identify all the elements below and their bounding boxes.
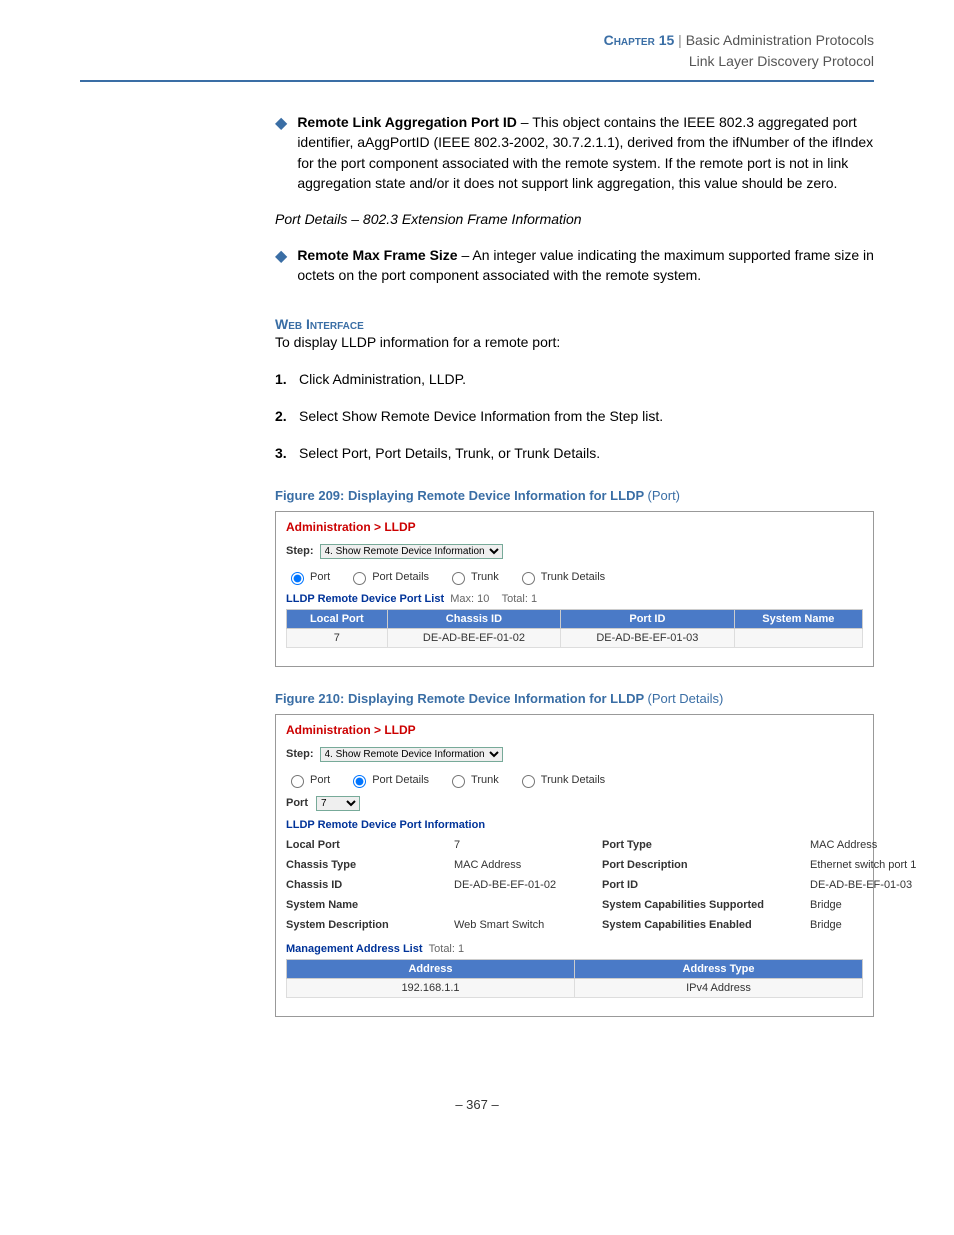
chapter-label: Chapter 15 xyxy=(604,32,675,48)
col-system-name: System Name xyxy=(734,609,862,628)
view-radio-group: Port Port Details Trunk Trunk Details xyxy=(286,569,863,585)
section-subtitle: Port Details – 802.3 Extension Frame Inf… xyxy=(275,211,874,227)
radio-port[interactable]: Port xyxy=(286,772,330,788)
list-title: LLDP Remote Device Port List Max: 10 Tot… xyxy=(286,593,863,605)
step-select[interactable]: 4. Show Remote Device Information xyxy=(320,544,503,559)
page-number: – 367 – xyxy=(80,1097,874,1112)
port-select[interactable]: 7 xyxy=(316,796,360,811)
figure-caption: Figure 210: Displaying Remote Device Inf… xyxy=(275,691,874,706)
port-label: Port xyxy=(286,797,308,809)
radio-port-details[interactable]: Port Details xyxy=(348,569,429,585)
radio-trunk-details[interactable]: Trunk Details xyxy=(517,772,605,788)
view-radio-group: Port Port Details Trunk Trunk Details xyxy=(286,772,863,788)
col-address-type: Address Type xyxy=(575,959,863,978)
col-chassis-id: Chassis ID xyxy=(387,609,560,628)
step-item: 3.Select Port, Port Details, Trunk, or T… xyxy=(275,443,874,464)
mgmt-address-table: Address Address Type 192.168.1.1 IPv4 Ad… xyxy=(286,959,863,998)
step-item: 2.Select Show Remote Device Information … xyxy=(275,406,874,427)
chapter-title: Basic Administration Protocols xyxy=(686,32,874,48)
step-label: Step: xyxy=(286,748,314,760)
radio-trunk-details[interactable]: Trunk Details xyxy=(517,569,605,585)
separator: | xyxy=(678,32,682,48)
breadcrumb: Administration > LLDP xyxy=(286,520,863,534)
chapter-subtitle: Link Layer Discovery Protocol xyxy=(80,51,874,72)
intro-text: To display LLDP information for a remote… xyxy=(275,332,874,353)
radio-trunk[interactable]: Trunk xyxy=(447,772,499,788)
breadcrumb: Administration > LLDP xyxy=(286,723,863,737)
diamond-icon: ◆ xyxy=(275,112,287,135)
port-info-grid: Local Port7 Port TypeMAC Address Chassis… xyxy=(286,839,863,931)
figure-210-box: Administration > LLDP Step: 4. Show Remo… xyxy=(275,714,874,1017)
table-row: 7 DE-AD-BE-EF-01-02 DE-AD-BE-EF-01-03 xyxy=(287,628,863,647)
bullet-item: ◆ Remote Link Aggregation Port ID – This… xyxy=(275,112,874,193)
page-header: Chapter 15 | Basic Administration Protoc… xyxy=(80,30,874,82)
figure-caption: Figure 209: Displaying Remote Device Inf… xyxy=(275,488,874,503)
col-address: Address xyxy=(287,959,575,978)
step-label: Step: xyxy=(286,545,314,557)
port-list-table: Local Port Chassis ID Port ID System Nam… xyxy=(286,609,863,648)
info-title: LLDP Remote Device Port Information xyxy=(286,819,863,831)
web-interface-heading: Web Interface xyxy=(275,316,874,332)
step-select[interactable]: 4. Show Remote Device Information xyxy=(320,747,503,762)
radio-port-details[interactable]: Port Details xyxy=(348,772,429,788)
diamond-icon: ◆ xyxy=(275,245,287,268)
figure-209-box: Administration > LLDP Step: 4. Show Remo… xyxy=(275,511,874,667)
step-item: 1.Click Administration, LLDP. xyxy=(275,369,874,390)
col-local-port: Local Port xyxy=(287,609,388,628)
table-row: 192.168.1.1 IPv4 Address xyxy=(287,978,863,997)
col-port-id: Port ID xyxy=(561,609,734,628)
bullet-text: Remote Max Frame Size – An integer value… xyxy=(297,245,874,286)
mgmt-title: Management Address List Total: 1 xyxy=(286,943,863,955)
bullet-item: ◆ Remote Max Frame Size – An integer val… xyxy=(275,245,874,286)
radio-port[interactable]: Port xyxy=(286,569,330,585)
radio-trunk[interactable]: Trunk xyxy=(447,569,499,585)
bullet-text: Remote Link Aggregation Port ID – This o… xyxy=(297,112,874,193)
